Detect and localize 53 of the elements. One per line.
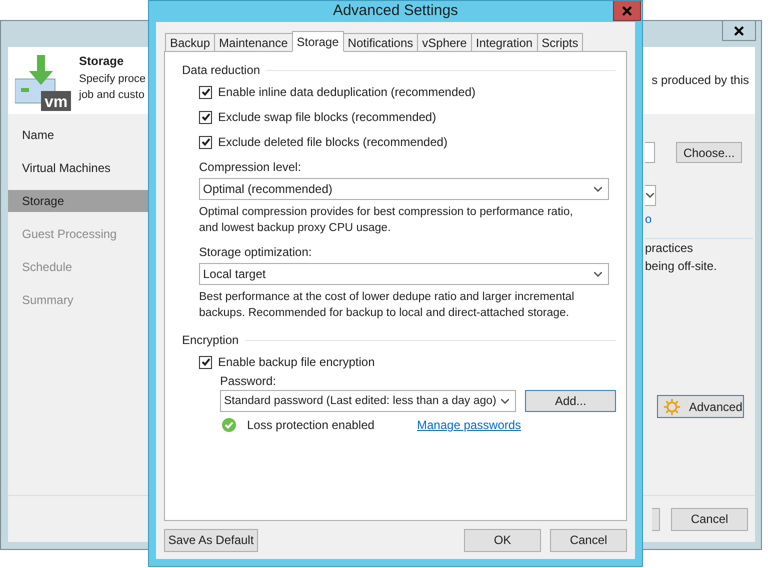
storage-optimization-dropdown[interactable]: Local target — [199, 263, 609, 285]
close-button[interactable] — [722, 21, 756, 41]
check-circle-icon — [222, 418, 236, 432]
cancel-button[interactable]: Cancel — [671, 508, 748, 530]
group-heading: Data reduction — [182, 63, 260, 77]
link[interactable]: o — [645, 212, 653, 226]
step-title: Storage — [79, 54, 125, 68]
tab[interactable]: vSphere — [417, 33, 472, 51]
description-text: and lowest backup proxy CPU usage. — [199, 221, 392, 236]
tab[interactable]: Storage — [292, 31, 344, 52]
description-text: Best performance at the cost of lower dedupe ratio and larger incremental — [199, 290, 576, 305]
tab[interactable]: Backup — [165, 33, 216, 51]
add-button[interactable]: Add... — [525, 390, 616, 412]
field-label: Storage optimization: — [199, 244, 313, 260]
field-label: Password: — [220, 373, 278, 389]
chevron-icon — [646, 193, 654, 198]
group-heading: Encryption — [182, 333, 239, 347]
tab[interactable]: Integration — [470, 33, 538, 51]
checkbox-label: Exclude deleted file blocks (recommended) — [218, 135, 448, 149]
close-icon — [734, 26, 744, 36]
info-text: being off-site. — [645, 258, 718, 275]
step-description: job and custo — [79, 88, 146, 103]
ok-button[interactable]: OK — [464, 528, 541, 552]
chevron-icon — [594, 186, 602, 192]
dropdown[interactable] — [645, 185, 656, 206]
window-title: Advanced Settings — [332, 2, 458, 19]
checkbox[interactable] — [199, 356, 212, 368]
cancel-button[interactable]: Cancel — [550, 528, 627, 552]
gear-icon — [663, 398, 681, 416]
password-dropdown[interactable]: Standard password (Last edited: less than a day ago) — [220, 390, 516, 412]
chevron-icon — [594, 272, 602, 276]
step-description: Specify proce — [79, 72, 146, 87]
checkbox[interactable] — [199, 86, 212, 98]
path-field[interactable] — [645, 142, 655, 163]
manage-passwords-link[interactable]: Manage passwords — [417, 418, 522, 432]
checkbox-label: Enable backup file encryption — [218, 355, 375, 369]
advanced-button[interactable]: Advanced — [657, 395, 744, 418]
chevron-icon — [501, 398, 510, 404]
compression-dropdown[interactable]: Optimal (recommended) — [199, 178, 609, 200]
choose-button[interactable]: Choose... — [676, 142, 742, 163]
description-text: Optimal compression provides for best compression to performance ratio, — [199, 205, 574, 220]
info-text: practices — [645, 240, 694, 257]
step-description: s produced by this — [652, 73, 750, 87]
close-icon — [622, 6, 632, 16]
field-label: Compression level: — [199, 159, 302, 175]
checkbox[interactable] — [199, 136, 212, 148]
checkbox-label: Exclude swap file blocks (recommended) — [218, 110, 436, 124]
save-as-default-button[interactable]: Save As Default — [164, 528, 258, 552]
status-text: Loss protection enabled — [247, 418, 376, 432]
tab[interactable]: Scripts — [536, 33, 584, 51]
description-text: backups. Recommended for backup to local and direct-attached storage. — [199, 306, 570, 321]
checkbox[interactable] — [199, 110, 212, 124]
checkbox-label: Enable inline data deduplication (recommended) — [218, 85, 476, 99]
